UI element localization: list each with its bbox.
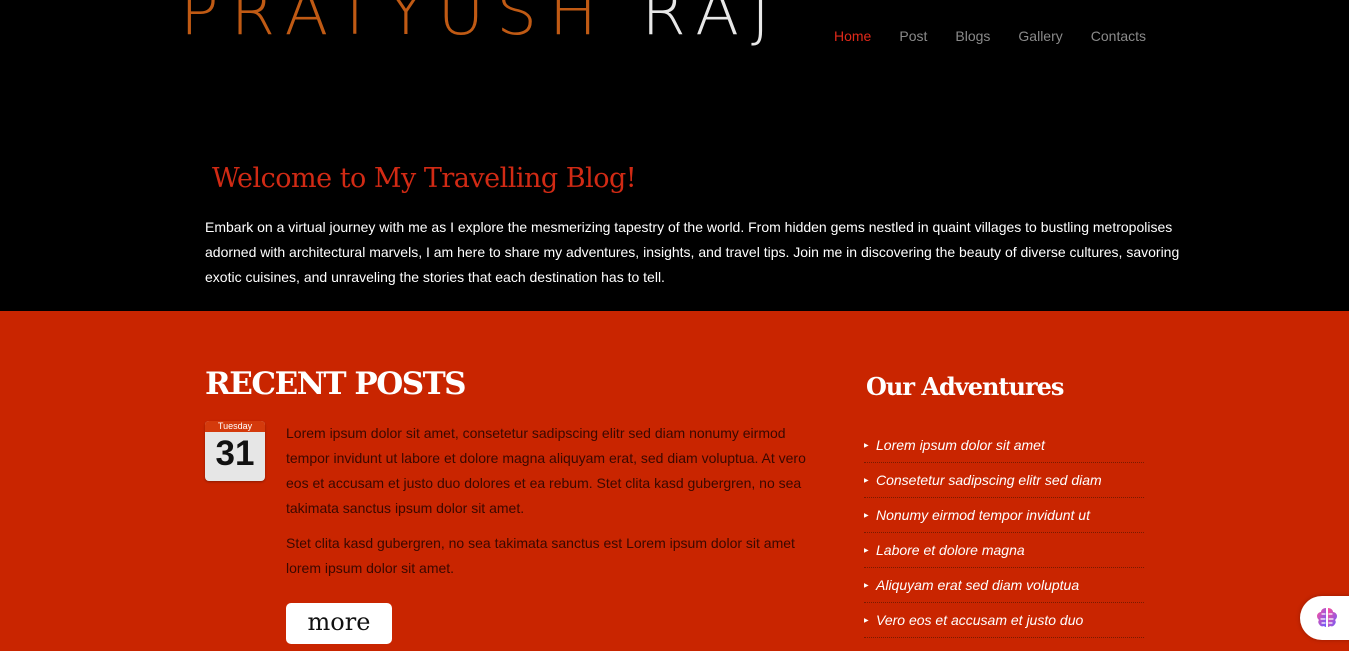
adventure-item-label: Consetetur sadipscing elitr sed diam (876, 472, 1102, 488)
nav-post[interactable]: Post (885, 27, 941, 45)
adventure-item-label: Labore et dolore magna (876, 542, 1025, 558)
arrow-right-icon: ▶ (864, 512, 869, 519)
arrow-right-icon: ▶ (864, 617, 869, 624)
adventure-item[interactable]: ▶ Vero eos et accusam et justo duo (864, 603, 1144, 638)
assistant-widget[interactable] (1300, 596, 1349, 640)
welcome-title: Welcome to My Travelling Blog! (212, 163, 637, 194)
logo-last-name: RAJ (641, 0, 782, 50)
adventure-item-label: Lorem ipsum dolor sit amet (876, 437, 1045, 453)
post-paragraph: Lorem ipsum dolor sit amet, consetetur s… (286, 425, 806, 516)
brain-icon (1317, 608, 1337, 627)
adventure-item-label: Aliquyam erat sed diam voluptua (876, 577, 1080, 593)
more-button[interactable]: more (286, 603, 392, 644)
adventure-item[interactable]: ▶ Lorem ipsum dolor sit amet (864, 428, 1144, 463)
nav-blogs[interactable]: Blogs (941, 27, 1004, 45)
date-badge: Tuesday 31 (205, 421, 265, 481)
nav-gallery[interactable]: Gallery (1004, 27, 1076, 45)
adventure-item-label: Nonumy eirmod tempor invidunt ut (876, 507, 1090, 523)
adventure-item[interactable]: ▶ Aliquyam erat sed diam voluptua (864, 568, 1144, 603)
arrow-right-icon: ▶ (864, 547, 869, 554)
post-body: Lorem ipsum dolor sit amet, consetetur s… (286, 421, 826, 591)
nav-home[interactable]: Home (820, 27, 885, 45)
adventure-item[interactable]: ▶ Labore et dolore magna (864, 533, 1144, 568)
main-nav: Home Post Blogs Gallery Contacts (820, 27, 1160, 45)
adventure-item[interactable]: ▶ Consetetur sadipscing elitr sed diam (864, 463, 1144, 498)
logo-first-name: PRATYUSH (180, 0, 610, 50)
site-logo[interactable]: PRATYUSH RAJ (180, 0, 782, 48)
arrow-right-icon: ▶ (864, 582, 869, 589)
welcome-text: Embark on a virtual journey with me as I… (205, 219, 1180, 285)
recent-posts-title: RECENT POSTS (205, 366, 467, 402)
main-content: RECENT POSTS Tuesday 31 Lorem ipsum dolo… (0, 311, 1349, 651)
arrow-right-icon: ▶ (864, 477, 869, 484)
header: PRATYUSH RAJ Home Post Blogs Gallery Con… (0, 0, 1349, 311)
post-paragraph: Stet clita kasd gubergren, no sea takima… (286, 535, 795, 576)
adventures-title: Our Adventures (866, 372, 1064, 401)
date-weekday: Tuesday (205, 421, 265, 432)
nav-contacts[interactable]: Contacts (1077, 27, 1160, 45)
adventures-list: ▶ Lorem ipsum dolor sit amet ▶ Consetetur … (864, 428, 1144, 638)
date-day: 31 (215, 434, 255, 473)
adventure-item-label: Vero eos et accusam et justo duo (876, 612, 1084, 628)
adventure-item[interactable]: ▶ Nonumy eirmod tempor invidunt ut (864, 498, 1144, 533)
arrow-right-icon: ▶ (864, 442, 869, 449)
